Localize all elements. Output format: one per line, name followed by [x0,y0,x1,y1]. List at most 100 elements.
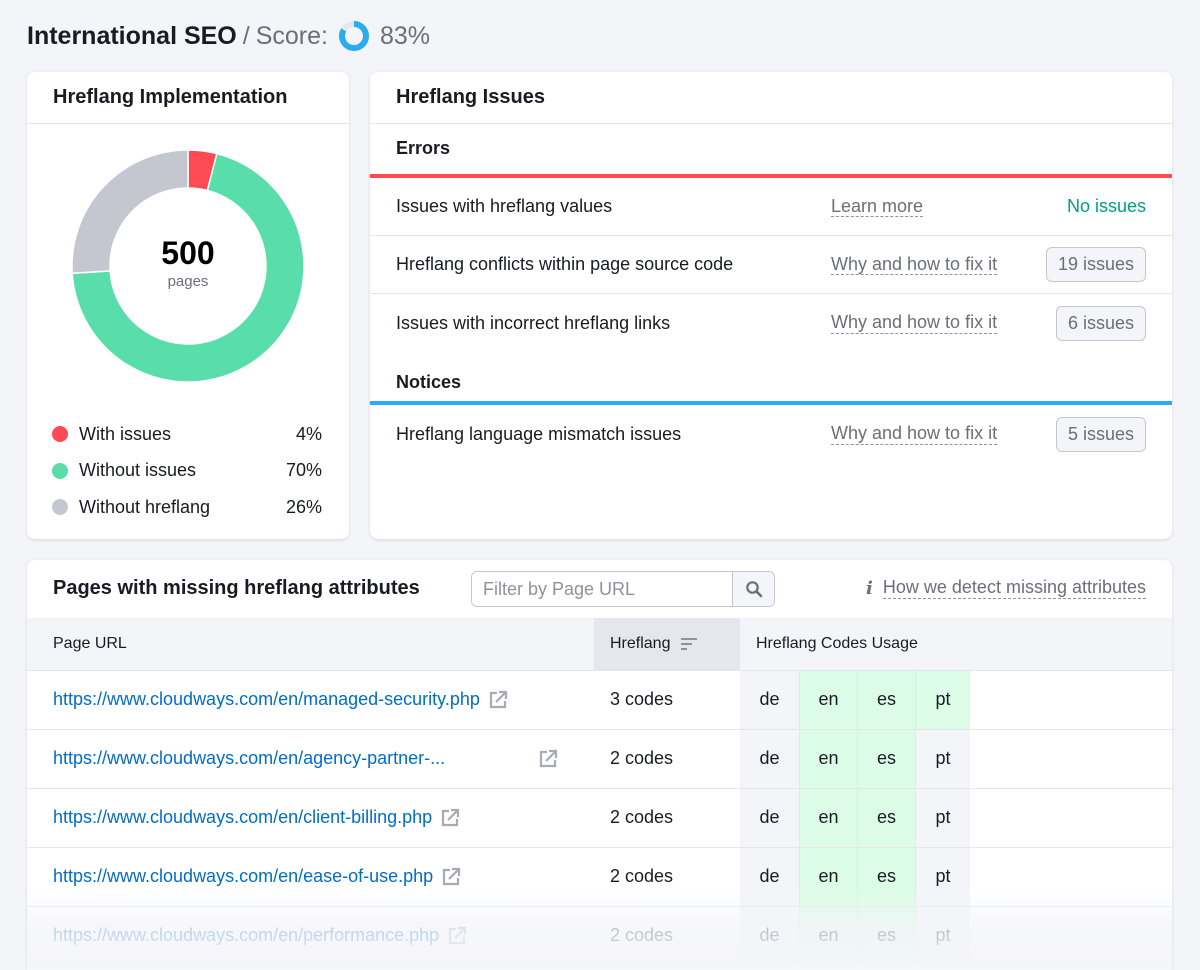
legend-label: Without issues [79,460,197,481]
hreflang-code-en: en [800,670,858,729]
legend-item-without-issues[interactable]: Without issues 70% [52,453,322,490]
donut-legend: With issues 4% Without issues 70% Withou… [52,416,322,526]
missing-hreflang-card: Pages with missing hreflang attributes i… [27,560,1172,970]
score-ring-icon [338,21,369,51]
page-url-link[interactable]: https://www.cloudways.com/en/performance… [53,925,439,946]
codes-usage-cell: de en es pt [740,847,1172,907]
sort-descending-icon [680,637,697,650]
page-url-link[interactable]: https://www.cloudways.com/en/ease-of-use… [53,866,433,887]
hreflang-count: 2 codes [594,906,740,966]
legend-dot [52,426,68,443]
issue-name: Hreflang conflicts within page source co… [396,254,734,274]
issues-count-badge[interactable]: 19 issues [1045,247,1146,282]
detect-info-text: How we detect missing attributes [882,577,1146,599]
issue-name: Hreflang language mismatch issues [396,423,682,444]
page-url-cell: https://www.cloudways.com/en/agency-part… [27,729,594,789]
table-row: https://www.cloudways.com/en/managed-sec… [27,670,1172,730]
missing-hreflang-table: Page URL Hreflang Hreflang Codes Usage h… [27,618,1172,966]
score-value: 83% [379,21,431,50]
section-heading-errors: Errors [396,138,451,158]
external-link-icon[interactable] [488,690,508,710]
hreflang-code-pt: pt [916,670,970,729]
hreflang-code-pt: pt [916,847,970,906]
legend-dot [52,499,68,516]
hreflang-implementation-card: Hreflang Implementation 500 pages With i… [27,72,349,539]
hreflang-code-en: en [800,906,858,965]
legend-percent: 4% [295,423,322,444]
donut-center: 500 pages [71,149,305,383]
learn-more-link[interactable]: Learn more [831,196,924,218]
info-icon: i [866,578,873,599]
issues-count-badge[interactable]: 6 issues [1055,305,1146,341]
total-pages-unit: pages [167,272,209,290]
page-url-cell: https://www.cloudways.com/en/managed-sec… [27,670,594,730]
score-label: Score: [255,21,328,50]
external-link-icon[interactable] [538,749,558,769]
hreflang-code-de: de [740,670,800,729]
search-button[interactable] [732,572,774,606]
hreflang-code-en: en [800,788,858,847]
hreflang-code-en: en [800,729,858,788]
card-title: Pages with missing hreflang attributes [53,577,420,599]
external-link-icon[interactable] [441,867,461,887]
page-url-link[interactable]: https://www.cloudways.com/en/managed-sec… [53,689,480,710]
table-row: https://www.cloudways.com/en/client-bill… [27,788,1172,848]
issue-name: Issues with hreflang values [396,196,613,216]
legend-percent: 26% [285,496,322,517]
legend-item-without-hreflang[interactable]: Without hreflang 26% [52,489,322,526]
issue-row: Hreflang language mismatch issues Why an… [370,405,1172,463]
hreflang-code-es: es [858,906,916,965]
status-no-issues: No issues [1066,196,1146,216]
search-icon [745,581,762,598]
issues-count-badge[interactable]: 5 issues [1055,416,1146,452]
hreflang-code-pt: pt [916,906,970,965]
card-title: Hreflang Issues [396,86,545,108]
column-header-label: Hreflang [610,634,671,652]
issue-name: Issues with incorrect hreflang links [396,312,671,333]
hreflang-code-de: de [740,729,800,788]
page-url-link[interactable]: https://www.cloudways.com/en/agency-part… [53,748,445,769]
fix-it-link[interactable]: Why and how to fix it [831,312,998,334]
column-header-codes-usage: Hreflang Codes Usage [740,618,1172,671]
page-title: International SEO [27,21,237,50]
hreflang-count: 3 codes [594,670,740,730]
issue-row: Issues with incorrect hreflang links Why… [370,294,1172,352]
table-toolbar: Pages with missing hreflang attributes i… [27,560,1172,618]
hreflang-code-de: de [740,906,800,965]
codes-usage-cell: de en es pt [740,788,1172,848]
hreflang-count: 2 codes [594,847,740,907]
column-header-page-url[interactable]: Page URL [27,618,594,671]
page-url-cell: https://www.cloudways.com/en/performance… [27,906,594,966]
codes-usage-cell: de en es pt [740,729,1172,789]
fix-it-link[interactable]: Why and how to fix it [831,423,998,445]
issue-row: Issues with hreflang values Learn more N… [370,178,1172,236]
page-url-link[interactable]: https://www.cloudways.com/en/client-bill… [53,807,432,828]
codes-usage-cell: de en es pt [740,906,1172,966]
filter-box [471,571,775,607]
donut-chart: 500 pages [71,149,305,383]
hreflang-code-pt: pt [916,788,970,847]
hreflang-code-es: es [858,847,916,906]
external-link-icon[interactable] [447,926,467,946]
hreflang-code-de: de [740,847,800,906]
external-link-icon[interactable] [440,808,460,828]
hreflang-code-es: es [858,729,916,788]
page-url-cell: https://www.cloudways.com/en/ease-of-use… [27,847,594,907]
hreflang-code-en: en [800,847,858,906]
fix-it-link[interactable]: Why and how to fix it [831,254,998,276]
table-row: https://www.cloudways.com/en/ease-of-use… [27,847,1172,907]
detect-info-link[interactable]: i How we detect missing attributes [866,577,1146,599]
hreflang-code-es: es [858,788,916,847]
page-url-cell: https://www.cloudways.com/en/client-bill… [27,788,594,848]
issue-row: Hreflang conflicts within page source co… [370,236,1172,294]
hreflang-count: 2 codes [594,788,740,848]
card-header: Hreflang Implementation [27,72,349,124]
table-row: https://www.cloudways.com/en/agency-part… [27,729,1172,789]
column-header-hreflang[interactable]: Hreflang [594,618,740,671]
card-header: Hreflang Issues [370,72,1172,124]
legend-item-with-issues[interactable]: With issues 4% [52,416,322,453]
legend-label: Without hreflang [79,496,211,517]
filter-url-input[interactable] [472,572,732,606]
total-pages-value: 500 [161,234,215,271]
codes-usage-cell: de en es pt [740,670,1172,730]
